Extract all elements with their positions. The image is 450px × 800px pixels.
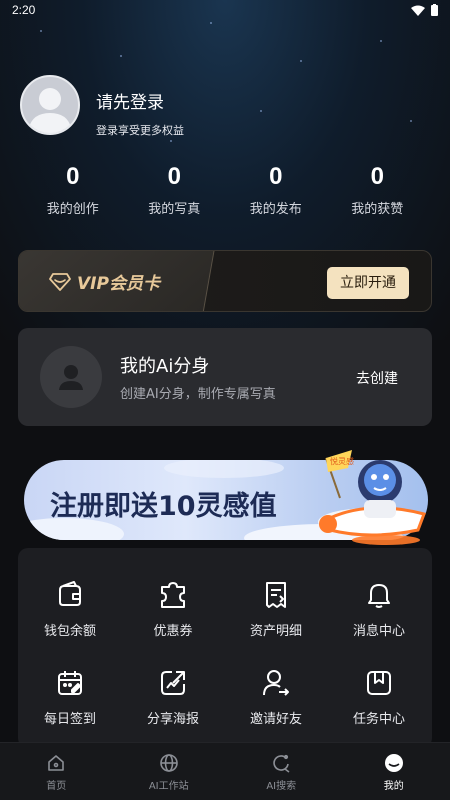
stat-label: 我的获赞 [351,202,404,217]
menu-item-tasks[interactable]: 任务中心 [329,668,429,727]
menu-grid: 钱包余额 优惠券 资产明细 消息中心 每日签到 分享海报 邀请好友 任务中心 [18,548,432,748]
vip-label: VIP会员卡 [77,274,160,294]
stat-label: 我的发布 [249,202,302,217]
stats-row: 0 我的创作 0 我的写真 0 我的发布 0 我的获赞 [22,162,428,217]
menu-item-messages[interactable]: 消息中心 [329,580,429,639]
menu-label: 邀请好友 [249,712,302,727]
tab-home[interactable]: 首页 [0,743,113,800]
tab-label: 首页 [46,781,67,792]
stat-label: 我的写真 [148,202,201,217]
open-vip-button[interactable]: 立即开通 [327,267,409,299]
diamond-icon [49,272,71,291]
ai-card-subtitle: 创建AI分身，制作专属写真 [120,387,276,402]
ai-card-title: 我的Ai分身 [120,356,210,377]
stat-value: 0 [167,163,181,190]
wallet-icon [59,581,81,606]
ai-avatar-card[interactable]: 我的Ai分身 创建AI分身，制作专属写真 去创建 [18,328,432,426]
stat-value: 0 [66,163,80,190]
menu-label: 钱包余额 [43,624,96,639]
tab-ai-workstation[interactable]: AI工作站 [113,743,226,800]
stat-posts[interactable]: 0 我的发布 [225,162,327,217]
menu-label: 任务中心 [352,712,405,727]
stat-likes[interactable]: 0 我的获赞 [327,162,429,217]
stat-value: 0 [269,163,283,190]
stat-creations[interactable]: 0 我的创作 [22,162,124,217]
menu-label: 资产明细 [249,624,302,639]
menu-item-checkin[interactable]: 每日签到 [20,668,120,727]
stat-photos[interactable]: 0 我的写真 [124,162,226,217]
menu-item-invite[interactable]: 邀请好友 [226,668,326,727]
globe-icon [159,754,178,772]
menu-item-wallet[interactable]: 钱包余额 [20,580,120,639]
bottom-nav: 首页 AI工作站 AI搜索 我的 [0,742,450,800]
menu-item-coupon[interactable]: 优惠券 [123,580,223,639]
tab-ai-search[interactable]: AI搜索 [225,743,338,800]
stat-value: 0 [370,163,384,190]
calendar-check-icon [58,671,82,695]
tab-label: AI搜索 [266,781,297,792]
user-silhouette-icon [59,365,83,390]
banner-text: 注册即送10灵感值 [50,491,277,522]
tab-mine[interactable]: 我的 [338,743,450,800]
status-time: 2:20 [12,3,36,17]
bookmark-icon [367,671,391,695]
login-subtitle: 登录享受更多权益 [96,124,184,137]
wifi-icon [411,5,425,16]
home-icon [48,755,65,771]
status-bar: 2:20 [0,0,450,22]
tab-label: AI工作站 [148,781,189,792]
receipt-icon [266,582,286,608]
bell-icon [368,584,390,608]
mascot-flag-text: 悦灵感 [330,456,354,466]
menu-label: 优惠券 [153,624,193,639]
avatar[interactable] [20,75,80,135]
tab-label: 我的 [383,781,404,792]
create-ai-button[interactable]: 去创建 [356,368,398,388]
profile-face-icon [384,754,403,772]
invite-user-icon [263,670,289,696]
ai-search-icon [273,754,290,773]
menu-label: 每日签到 [43,712,96,727]
share-icon [161,671,185,695]
ai-avatar-placeholder [40,346,102,408]
menu-item-share-poster[interactable]: 分享海报 [123,668,223,727]
stat-label: 我的创作 [46,202,99,217]
battery-icon [431,4,438,16]
menu-label: 消息中心 [352,624,405,639]
login-prompt[interactable]: 请先登录 [96,88,164,113]
rocket-mascot-icon: 悦灵感 [318,450,426,545]
coupon-icon [161,582,185,608]
default-avatar-icon [28,88,72,133]
vip-card[interactable]: VIP会员卡 立即开通 [18,250,432,312]
menu-label: 分享海报 [146,712,199,727]
menu-item-assets[interactable]: 资产明细 [226,580,326,639]
